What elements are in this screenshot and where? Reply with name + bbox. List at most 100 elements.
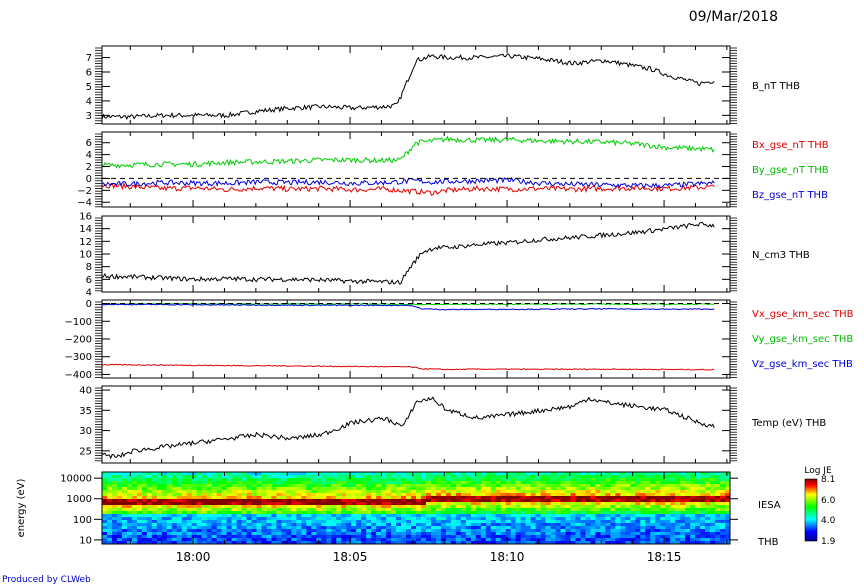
spectrogram-cell — [600, 499, 606, 503]
spectrogram-cell — [680, 511, 686, 515]
spectrogram-cell — [660, 481, 666, 485]
spectrogram-cell — [106, 502, 113, 506]
spectrogram-cell — [396, 478, 402, 482]
spectrogram-cell — [386, 523, 392, 527]
spectrogram-cell — [420, 487, 427, 491]
spectrogram-cell — [271, 529, 277, 533]
spectrogram-cell — [406, 535, 412, 539]
spectrogram-cell — [201, 523, 208, 527]
spectrogram-cell — [690, 472, 696, 476]
spectrogram-cell — [680, 484, 686, 488]
spectrogram-cell — [406, 517, 412, 521]
spectrogram-cell — [371, 514, 377, 518]
spectrogram-cell — [261, 520, 267, 524]
spectrogram-cell — [595, 481, 601, 485]
spectrogram-cell — [226, 499, 232, 503]
spectrogram-cell — [341, 490, 347, 494]
spectrogram-cell — [550, 514, 556, 518]
spectrogram-cell — [386, 484, 392, 488]
spectrogram-cell — [136, 472, 143, 476]
spectrogram-cell — [401, 508, 407, 512]
spectrogram-cell — [515, 529, 522, 533]
spectrogram-cell — [266, 496, 272, 500]
spectrogram-cell — [311, 490, 317, 494]
spectrogram-cell — [710, 514, 716, 518]
spectrogram-cell — [236, 502, 242, 506]
spectrogram-cell — [291, 481, 297, 485]
spectrogram-cell — [366, 532, 372, 536]
spectrogram-cell — [580, 496, 586, 500]
spectrogram-cell — [251, 517, 257, 521]
spectrogram-cell — [281, 511, 287, 515]
spectrogram-cell — [620, 538, 626, 542]
series-label: Vx_gse_km_sec THB — [752, 309, 854, 320]
y-tick-label: 30 — [79, 426, 92, 437]
spectrogram-cell — [650, 511, 656, 515]
spectrogram-cell — [460, 484, 467, 488]
spectrogram-cell — [206, 523, 213, 527]
spectrogram-cell — [485, 505, 492, 509]
spectrogram-cell — [450, 508, 457, 512]
spectrogram-cell — [570, 499, 576, 503]
spectrogram-cell — [720, 511, 726, 515]
spectrogram-cell — [376, 484, 382, 488]
spectrogram-cell — [580, 478, 586, 482]
spectrogram-cell — [151, 475, 158, 479]
spectrogram-cell — [440, 505, 447, 509]
spectrogram-cell — [565, 496, 571, 500]
spectrogram-cell — [176, 529, 183, 533]
spectrogram-cell — [246, 526, 252, 530]
y-tick-label: −100 — [65, 317, 92, 328]
spectrogram-cell — [236, 511, 242, 515]
spectrogram-cell — [525, 472, 532, 476]
spectrogram-cell — [570, 517, 576, 521]
spectrogram-cell — [530, 484, 537, 488]
spectrogram-cell — [585, 481, 591, 485]
spectrogram-cell — [655, 535, 661, 539]
spectrogram-cell — [480, 514, 487, 518]
spectrogram-cell — [515, 505, 522, 509]
spectrogram-cell — [306, 535, 312, 539]
spectrogram-cell — [650, 532, 656, 536]
panel-temperature: 25 30 35 40 Temp (eV) THB — [79, 385, 826, 464]
spectrogram-cell — [276, 514, 282, 518]
spectrogram-cell — [181, 517, 188, 521]
spectrogram-cell — [625, 487, 631, 491]
spectrogram-cell — [416, 496, 422, 500]
spectrogram-cell — [620, 502, 626, 506]
spectrogram-cell — [396, 511, 402, 515]
spectrogram-cell — [351, 529, 357, 533]
spectrogram-cell — [111, 496, 118, 500]
spectrogram-cell — [700, 490, 706, 494]
spectrogram-cell — [291, 502, 297, 506]
spectrogram-cell — [570, 484, 576, 488]
spectrogram-cell — [102, 475, 108, 479]
spectrogram-cell — [540, 514, 546, 518]
spectrogram-cell — [500, 517, 507, 521]
spectrogram-cell — [475, 532, 482, 536]
spectrogram-cell — [720, 505, 726, 509]
spectrogram-cell — [111, 487, 118, 491]
spectrogram-cell — [510, 493, 517, 497]
spectrogram-cell — [430, 517, 437, 521]
spectrogram-cell — [665, 523, 671, 527]
spectrogram-cell — [186, 508, 193, 512]
spectrogram-cell — [102, 496, 108, 500]
spectrogram-cell — [595, 532, 601, 536]
y-tick-label: 4 — [86, 288, 92, 299]
spectrogram-cell — [425, 532, 432, 536]
spectrogram-cell — [406, 490, 412, 494]
spectrogram-cell — [535, 484, 541, 488]
spectrogram-cell — [351, 505, 357, 509]
spectrogram-cell — [106, 520, 113, 524]
spectrogram-cell — [615, 484, 621, 488]
spectrogram-cell — [416, 481, 422, 485]
spectrogram-cell — [281, 529, 287, 533]
spectrogram-cell — [411, 475, 417, 479]
spectrogram-cell — [146, 535, 153, 539]
spectrogram-cell — [420, 529, 427, 533]
spectrogram-cell — [216, 505, 223, 509]
spectrogram-cell — [356, 520, 362, 524]
spectrogram-cell — [216, 514, 223, 518]
spectrogram-cell — [495, 517, 502, 521]
